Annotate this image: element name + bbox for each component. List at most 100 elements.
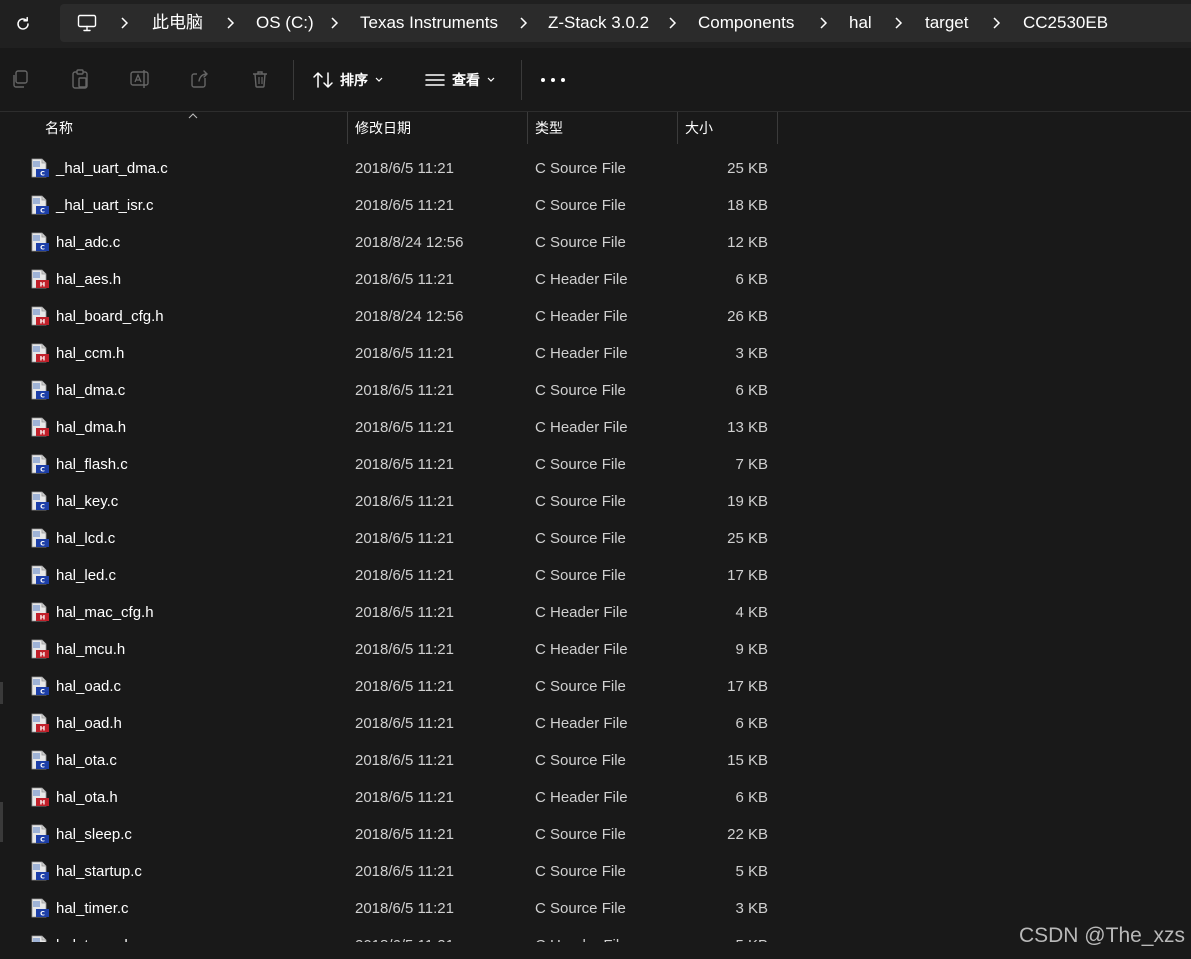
file-type: C Header File: [535, 308, 628, 325]
svg-text:H: H: [40, 614, 45, 622]
watermark: CSDN @The_xzs: [1018, 924, 1185, 947]
file-name: hal_dma.c: [56, 382, 126, 399]
file-name: hal_dma.h: [56, 419, 127, 436]
file-type: C Source File: [535, 530, 626, 547]
file-name: hal_ota.h: [56, 789, 118, 806]
file-row[interactable]: Hhal_mcu.h 2018/6/5 11:21 C Header File 9 K…: [0, 631, 1191, 668]
c-source-file-icon: C: [31, 565, 49, 585]
svg-text:C: C: [40, 910, 45, 918]
file-name: hal_mac_cfg.h: [56, 604, 154, 621]
breadcrumb-target[interactable]: target: [925, 4, 968, 42]
file-modified-date: 2018/6/5 11:21: [355, 419, 454, 436]
file-row[interactable]: C _hal_uart_dma.c 2018/6/5 11:21 C Source F…: [0, 150, 1191, 187]
file-type: C Source File: [535, 197, 626, 214]
column-header-type[interactable]: 类型: [527, 112, 677, 144]
file-size: 6 KB: [735, 382, 768, 399]
file-type: C Header File: [535, 715, 628, 732]
svg-text:H: H: [40, 318, 45, 326]
file-name: hal_adc.c: [56, 234, 121, 251]
paste-icon[interactable]: [69, 68, 91, 90]
chevron-down-icon: [375, 77, 383, 82]
c-header-file-icon: H: [31, 417, 49, 437]
breadcrumb-chevron-icon[interactable]: [667, 4, 677, 42]
column-header-size[interactable]: 大小: [677, 112, 777, 144]
svg-text:C: C: [40, 688, 45, 696]
file-row[interactable]: Chal_timer.c 2018/6/5 11:21 C Source File 3…: [0, 890, 1191, 927]
file-row[interactable]: Hhal_ota.h 2018/6/5 11:21 C Header File 6 K…: [0, 779, 1191, 816]
breadcrumb-cc2530eb[interactable]: CC2530EB: [1023, 4, 1108, 42]
file-row[interactable]: Hhal_types.h 2018/6/5 11:21 C Header File 5…: [0, 927, 1191, 942]
file-row[interactable]: Chal_dma.c 2018/6/5 11:21 C Source File 6 K…: [0, 372, 1191, 409]
file-type: C Source File: [535, 826, 626, 843]
file-type: C Source File: [535, 493, 626, 510]
file-name: hal_key.c: [56, 493, 119, 510]
column-divider[interactable]: [777, 112, 778, 144]
address-bar[interactable]: 此电脑 OS (C:) Texas Instruments Z-Stack 3.…: [60, 4, 1191, 42]
breadcrumb-chevron-icon[interactable]: [893, 4, 903, 42]
file-modified-date: 2018/6/5 11:21: [355, 271, 454, 288]
breadcrumb-chevron-icon[interactable]: [225, 4, 235, 42]
file-modified-date: 2018/6/5 11:21: [355, 604, 454, 621]
breadcrumb-chevron-icon[interactable]: [818, 4, 828, 42]
file-row[interactable]: Hhal_ccm.h 2018/6/5 11:21 C Header File 3 K…: [0, 335, 1191, 372]
file-size: 7 KB: [735, 456, 768, 473]
file-row[interactable]: Chal_key.c 2018/6/5 11:21 C Source File 19 …: [0, 483, 1191, 520]
breadcrumb-os-c[interactable]: OS (C:): [256, 4, 314, 42]
more-options-icon[interactable]: [541, 72, 565, 88]
breadcrumb-z-stack[interactable]: Z-Stack 3.0.2: [548, 4, 649, 42]
status-bar: [0, 942, 1191, 959]
file-type: C Header File: [535, 604, 628, 621]
file-row[interactable]: Hhal_oad.h 2018/6/5 11:21 C Header File 6 K…: [0, 705, 1191, 742]
file-row[interactable]: Chal_sleep.c 2018/6/5 11:21 C Source File 2…: [0, 816, 1191, 853]
svg-text:C: C: [40, 873, 45, 881]
svg-text:C: C: [40, 577, 45, 585]
column-header-name[interactable]: 名称: [37, 112, 347, 144]
file-type: C Header File: [535, 641, 628, 658]
file-modified-date: 2018/6/5 11:21: [355, 567, 454, 584]
copy-icon[interactable]: [9, 68, 31, 90]
file-size: 19 KB: [727, 493, 768, 510]
file-row[interactable]: C _hal_uart_isr.c 2018/6/5 11:21 C Source F…: [0, 187, 1191, 224]
svg-text:C: C: [40, 207, 45, 215]
file-row[interactable]: Chal_startup.c 2018/6/5 11:21 C Source Fil…: [0, 853, 1191, 890]
file-row[interactable]: Hhal_aes.h 2018/6/5 11:21 C Header File 6 K…: [0, 261, 1191, 298]
toolbar-divider: [521, 60, 522, 100]
breadcrumb-chevron-icon[interactable]: [329, 4, 339, 42]
file-type: C Source File: [535, 382, 626, 399]
file-size: 6 KB: [735, 271, 768, 288]
file-modified-date: 2018/6/5 11:21: [355, 345, 454, 362]
file-size: 26 KB: [727, 308, 768, 325]
sort-button[interactable]: 排序: [312, 64, 384, 96]
file-row[interactable]: Chal_flash.c 2018/6/5 11:21 C Source File 7…: [0, 446, 1191, 483]
file-row[interactable]: Hhal_dma.h 2018/6/5 11:21 C Header File 13 …: [0, 409, 1191, 446]
breadcrumb-components[interactable]: Components: [698, 4, 794, 42]
breadcrumb-hal[interactable]: hal: [849, 4, 872, 42]
file-modified-date: 2018/6/5 11:21: [355, 530, 454, 547]
file-row[interactable]: Chal_led.c 2018/6/5 11:21 C Source File 17 …: [0, 557, 1191, 594]
delete-icon[interactable]: [249, 68, 271, 90]
file-size: 13 KB: [727, 419, 768, 436]
file-row[interactable]: Hhal_board_cfg.h 2018/8/24 12:56 C Header …: [0, 298, 1191, 335]
file-modified-date: 2018/6/5 11:21: [355, 789, 454, 806]
file-row[interactable]: Chal_ota.c 2018/6/5 11:21 C Source File 15 …: [0, 742, 1191, 779]
breadcrumb-chevron-icon[interactable]: [119, 4, 129, 42]
breadcrumb-chevron-icon[interactable]: [518, 4, 528, 42]
computer-icon[interactable]: [77, 4, 97, 42]
column-header-modified[interactable]: 修改日期: [347, 112, 527, 144]
c-source-file-icon: C: [31, 750, 49, 770]
command-bar: 排序 查看: [0, 48, 1191, 112]
c-source-file-icon: C: [31, 898, 49, 918]
breadcrumb-this-pc[interactable]: 此电脑: [152, 4, 203, 42]
file-size: 25 KB: [727, 530, 768, 547]
breadcrumb-texas-instruments[interactable]: Texas Instruments: [360, 4, 498, 42]
share-icon[interactable]: [189, 68, 211, 90]
file-row[interactable]: Chal_lcd.c 2018/6/5 11:21 C Source File 25 …: [0, 520, 1191, 557]
refresh-icon[interactable]: [9, 10, 37, 38]
file-row[interactable]: Chal_adc.c 2018/8/24 12:56 C Source File 12…: [0, 224, 1191, 261]
rename-icon[interactable]: [129, 68, 151, 90]
file-row[interactable]: Hhal_mac_cfg.h 2018/6/5 11:21 C Header Fil…: [0, 594, 1191, 631]
address-bar-row: 此电脑 OS (C:) Texas Instruments Z-Stack 3.…: [0, 0, 1191, 48]
breadcrumb-chevron-icon[interactable]: [991, 4, 1001, 42]
view-button[interactable]: 查看: [424, 64, 496, 96]
file-row[interactable]: Chal_oad.c 2018/6/5 11:21 C Source File 17 …: [0, 668, 1191, 705]
